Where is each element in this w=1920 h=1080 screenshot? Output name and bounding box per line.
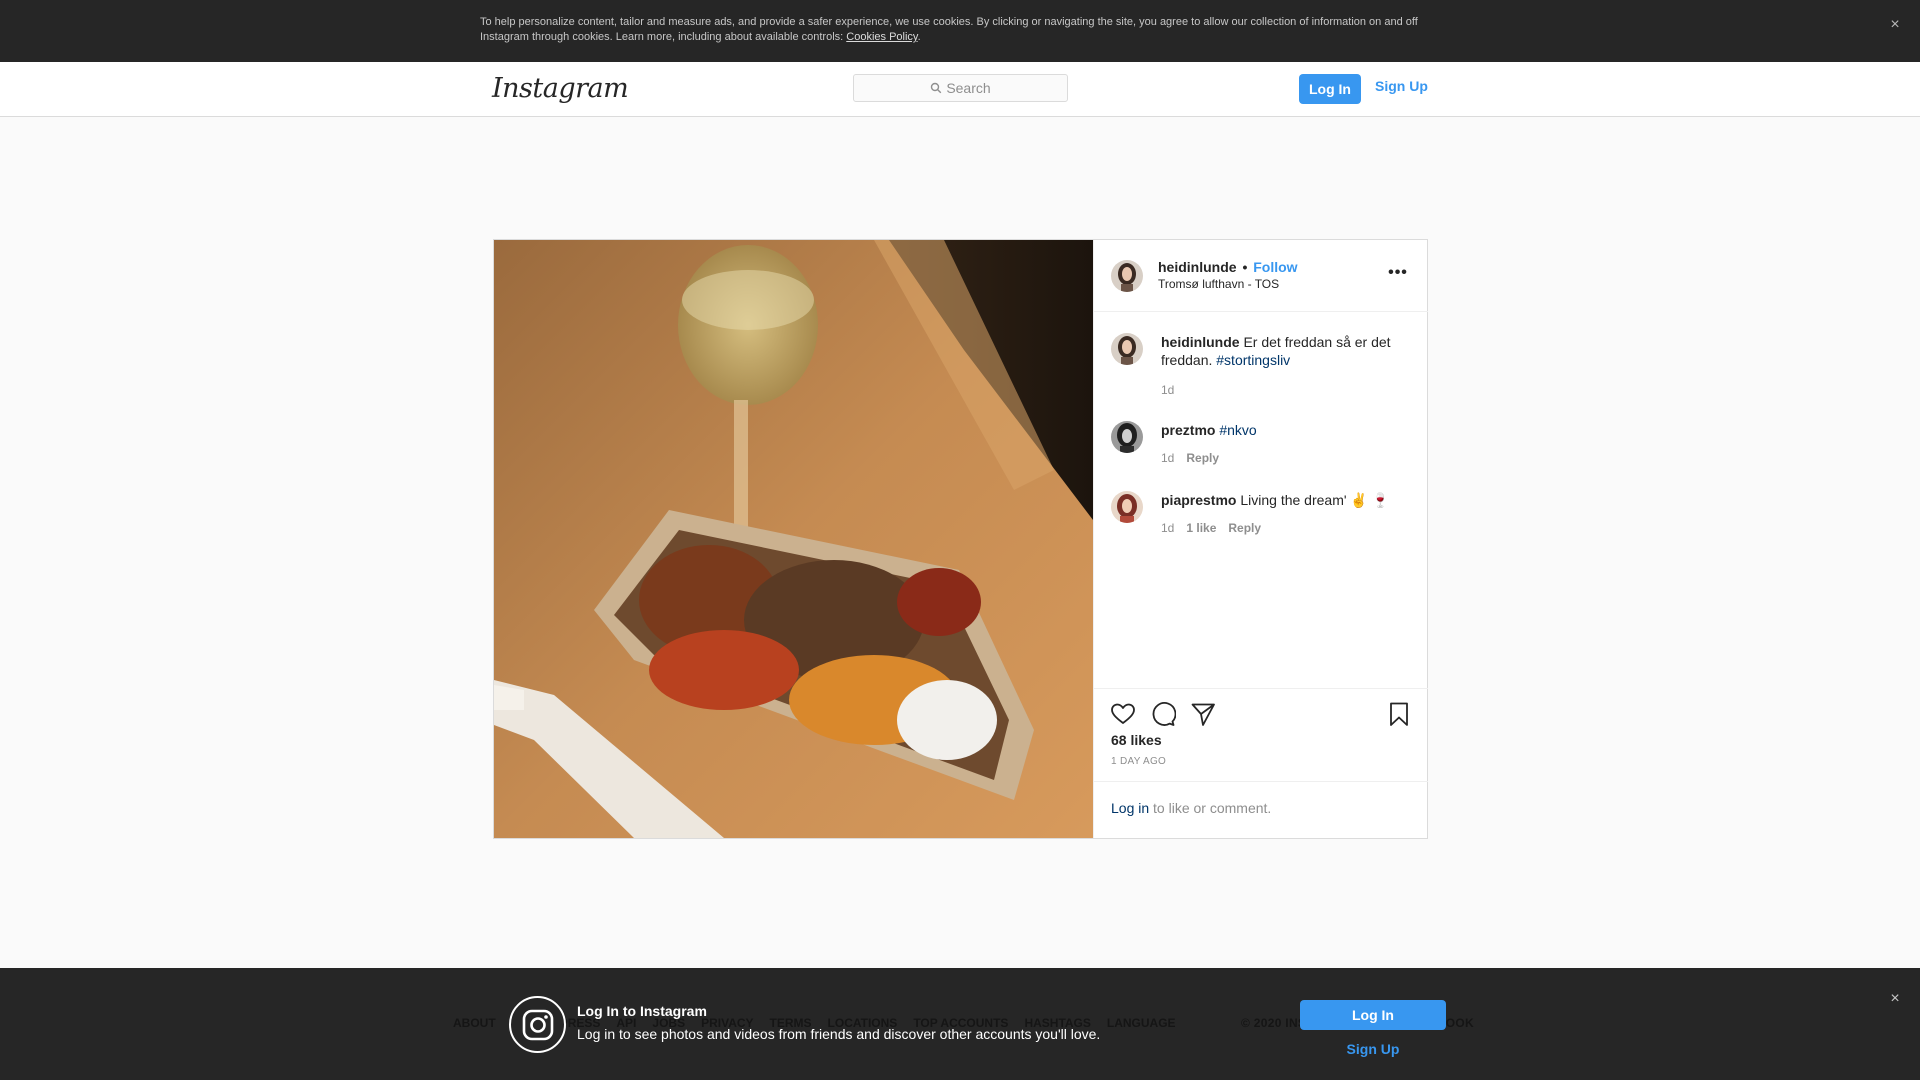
comment-item: preztmo #nkvo 1d Reply [1111, 421, 1411, 471]
search-icon [931, 82, 942, 94]
camera-icon [522, 1009, 553, 1040]
cookie-text: To help personalize content, tailor and … [480, 15, 1430, 45]
footer-link[interactable]: LANGUAGE [1107, 1016, 1176, 1030]
instagram-logo[interactable]: Instagram [492, 73, 629, 104]
share-send-icon[interactable] [1190, 701, 1216, 727]
post-photo-image [494, 240, 1093, 838]
add-comment-section: Log in to like or comment. [1094, 781, 1428, 838]
comment-body: heidinlunde Er det freddan så er det fre… [1161, 333, 1411, 369]
more-options-icon[interactable]: ••• [1386, 264, 1410, 288]
footer-link[interactable]: ABOUT [453, 1016, 496, 1030]
login-to-comment-link[interactable]: Log in [1111, 800, 1149, 816]
cookie-message: To help personalize content, tailor and … [480, 16, 1418, 43]
comment-meta: 1d Reply [1161, 451, 1219, 465]
bookmark-icon[interactable] [1386, 701, 1412, 727]
comment-hashtag[interactable]: #stortingsliv [1216, 352, 1290, 368]
top-navigation: Instagram Search Log In Sign Up [0, 62, 1920, 117]
caption-comment: heidinlunde Er det freddan så er det fre… [1111, 333, 1411, 403]
cookie-banner: To help personalize content, tailor and … [0, 0, 1920, 62]
posted-time: 1 DAY AGO [1111, 756, 1167, 767]
post-side-panel: heidinlunde • Follow Tromsø lufthavn - T… [1093, 240, 1428, 838]
banner-title: Log In to Instagram [577, 1003, 707, 1019]
cookie-message-suffix: . [917, 31, 921, 43]
cookies-policy-link[interactable]: Cookies Policy [846, 31, 917, 43]
signup-link[interactable]: Sign Up [1375, 78, 1428, 94]
comment-body: preztmo #nkvo [1161, 421, 1411, 439]
comment-hashtag[interactable]: #nkvo [1219, 422, 1256, 438]
comment-item: piaprestmo Living the dream' ✌️ 🍷 1d 1 l… [1111, 491, 1411, 541]
post-card: heidinlunde • Follow Tromsø lufthavn - T… [493, 239, 1428, 839]
comment-bubble-icon[interactable] [1150, 701, 1176, 727]
reply-button[interactable]: Reply [1186, 451, 1219, 465]
commenter-avatar[interactable] [1111, 421, 1143, 453]
login-banner: ABOUTHELPPRESSAPIJOBSPRIVACYTERMSLOCATIO… [0, 968, 1920, 1080]
follow-button[interactable]: Follow [1253, 259, 1297, 275]
login-to-comment: Log in to like or comment. [1111, 800, 1271, 816]
comment-time: 1d [1161, 451, 1175, 465]
author-username[interactable]: heidinlunde [1158, 259, 1237, 275]
avatar-image [1111, 333, 1143, 365]
post-header: heidinlunde • Follow Tromsø lufthavn - T… [1094, 240, 1428, 312]
post-actions: 68 likes 1 DAY AGO [1094, 688, 1428, 781]
banner-signup-link[interactable]: Sign Up [1300, 1041, 1446, 1057]
post-photo[interactable] [494, 240, 1093, 838]
banner-login-button[interactable]: Log In [1300, 1000, 1446, 1030]
comment-text: Living the dream' ✌️ 🍷 [1236, 492, 1390, 508]
search-placeholder: Search [946, 80, 991, 96]
search-inner: Search [854, 75, 1067, 101]
comment-username[interactable]: piaprestmo [1161, 492, 1236, 508]
commenter-avatar[interactable] [1111, 333, 1143, 365]
like-heart-icon[interactable] [1110, 701, 1136, 727]
avatar-image [1111, 491, 1143, 523]
cookie-close-icon[interactable]: × [1886, 16, 1904, 34]
author-avatar[interactable] [1111, 260, 1143, 292]
banner-close-icon[interactable]: × [1886, 990, 1904, 1008]
comment-username[interactable]: preztmo [1161, 422, 1215, 438]
comment-meta: 1d 1 like Reply [1161, 521, 1261, 535]
post-location[interactable]: Tromsø lufthavn - TOS [1158, 277, 1279, 291]
comment-body: piaprestmo Living the dream' ✌️ 🍷 [1161, 491, 1411, 509]
commenter-avatar[interactable] [1111, 491, 1143, 523]
reply-button[interactable]: Reply [1228, 521, 1261, 535]
comment-username[interactable]: heidinlunde [1161, 334, 1240, 350]
banner-subtitle: Log in to see photos and videos from fri… [577, 1026, 1101, 1042]
comment-time: 1d [1161, 521, 1175, 535]
avatar-image [1111, 260, 1143, 292]
instagram-glyph-icon [509, 996, 566, 1053]
comment-time: 1d [1161, 383, 1175, 397]
login-to-comment-text: to like or comment. [1149, 800, 1272, 816]
login-button[interactable]: Log In [1299, 74, 1361, 104]
likes-count[interactable]: 68 likes [1111, 732, 1162, 748]
comment-meta: 1d [1161, 383, 1174, 397]
separator-dot: • [1242, 259, 1248, 275]
comment-likes[interactable]: 1 like [1186, 521, 1216, 535]
search-input[interactable]: Search [853, 74, 1068, 102]
post-author-line: heidinlunde • Follow [1158, 259, 1298, 275]
avatar-image [1111, 421, 1143, 453]
